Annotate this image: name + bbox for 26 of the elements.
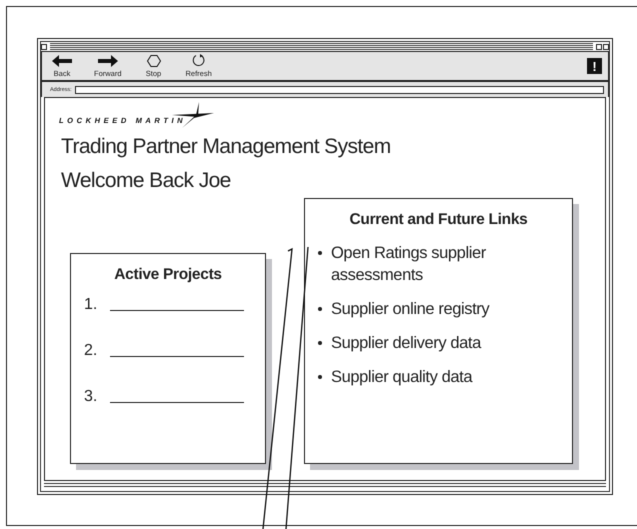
fill-in-line[interactable] <box>110 401 244 403</box>
address-field[interactable] <box>74 86 604 94</box>
bullet-icon <box>318 375 322 379</box>
resize-icon[interactable] <box>596 44 609 50</box>
window-menu-icon[interactable] <box>41 44 47 50</box>
bullet-icon <box>318 251 322 255</box>
card-title: Active Projects <box>113 266 223 284</box>
bullet-icon <box>318 341 322 345</box>
fill-in-line[interactable] <box>110 355 244 357</box>
hexagon-icon <box>146 54 161 66</box>
item-number: 3. <box>84 388 98 406</box>
back-arrow-icon <box>52 54 72 66</box>
forward-arrow-icon <box>98 54 118 66</box>
item-number: 2. <box>84 342 98 360</box>
link-item[interactable]: Supplier online registry <box>331 298 531 320</box>
card-title: Current and Future Links <box>348 211 528 229</box>
bullet-icon <box>318 307 322 311</box>
item-number: 1. <box>84 296 98 314</box>
link-item[interactable]: Supplier quality data <box>331 366 531 388</box>
link-item[interactable]: Open Ratings supplier assessments <box>331 242 531 286</box>
fill-in-line[interactable] <box>110 309 244 311</box>
system-title: Trading Partner Management System <box>61 134 392 160</box>
welcome-text: Welcome Back Joe <box>61 168 232 194</box>
alert-button[interactable]: ! <box>587 58 602 74</box>
link-item[interactable]: Supplier delivery data <box>331 332 531 354</box>
refresh-icon <box>192 54 206 67</box>
